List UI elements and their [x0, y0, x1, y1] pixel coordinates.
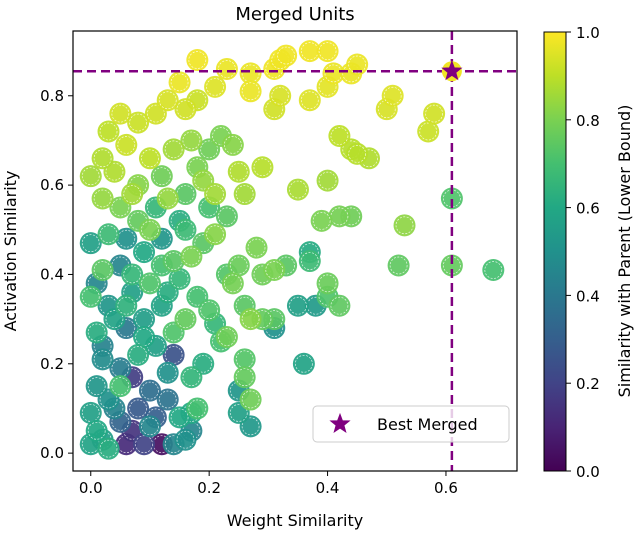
data-point [133, 241, 156, 264]
data-point [239, 80, 262, 103]
data-point [138, 218, 161, 241]
data-point [239, 388, 262, 411]
data-point [215, 57, 238, 80]
data-point [85, 321, 108, 344]
data-point [109, 102, 132, 125]
data-point [221, 272, 244, 295]
data-point [245, 236, 268, 259]
data-point [174, 428, 197, 451]
data-point [387, 254, 410, 277]
colorbar-gradient [543, 31, 567, 472]
data-point [162, 138, 185, 161]
data-point [316, 272, 339, 295]
data-point [121, 183, 144, 206]
data-point [79, 285, 102, 308]
data-point [286, 178, 309, 201]
data-point [328, 294, 351, 317]
data-point [204, 223, 227, 246]
data-point [204, 183, 227, 206]
colorbar-tick-label: 0.8 [576, 112, 600, 130]
data-point [97, 223, 120, 246]
data-point [91, 258, 114, 281]
y-tick-label: 0.2 [40, 355, 64, 373]
data-point [91, 147, 114, 170]
data-point [198, 299, 221, 322]
x-tick-label: 0.4 [316, 479, 340, 497]
colorbar-ticks: 0.0 0.2 0.4 0.6 0.8 1.0 [566, 24, 600, 481]
data-point [233, 366, 256, 389]
data-points [79, 40, 505, 460]
data-point [286, 294, 309, 317]
colorbar-tick-label: 0.2 [576, 375, 600, 393]
data-point [482, 258, 505, 281]
data-point [298, 250, 321, 273]
y-axis: 0.0 0.2 0.4 0.6 0.8 [40, 87, 73, 462]
data-point [138, 147, 161, 170]
data-point [251, 156, 274, 179]
data-point [346, 142, 369, 165]
best-point-layer [441, 60, 463, 82]
data-point [310, 209, 333, 232]
legend-label-best-merged: Best Merged [377, 415, 478, 434]
data-point [97, 437, 120, 460]
data-point [186, 49, 209, 72]
y-tick-label: 0.0 [40, 444, 64, 462]
data-point [180, 245, 203, 268]
data-point [393, 214, 416, 237]
data-point [174, 308, 197, 331]
data-point [180, 366, 203, 389]
data-point [186, 397, 209, 420]
data-point [269, 84, 292, 107]
x-tick-label: 0.0 [79, 479, 103, 497]
data-point [292, 352, 315, 375]
data-point [156, 361, 179, 384]
data-point [221, 133, 244, 156]
data-point [328, 124, 351, 147]
data-point [156, 187, 179, 210]
colorbar-tick-label: 0.4 [576, 287, 600, 305]
y-tick-label: 0.6 [40, 176, 64, 194]
data-point [316, 169, 339, 192]
data-point [91, 348, 114, 371]
data-point [423, 102, 446, 125]
data-point [275, 44, 298, 67]
data-point [115, 294, 138, 317]
x-axis: 0.0 0.2 0.4 0.6 [79, 471, 458, 497]
data-point [168, 71, 191, 94]
data-point [127, 343, 150, 366]
data-point [109, 375, 132, 398]
data-point [233, 183, 256, 206]
data-point [263, 258, 286, 281]
data-point [85, 375, 108, 398]
data-point [138, 272, 161, 295]
data-point [298, 89, 321, 112]
scatter-chart: Merged Units 0.0 0.2 0.4 0.6 0.00.20.40.60.… [1, 4, 634, 530]
data-point [91, 187, 114, 210]
data-point [239, 308, 262, 331]
colorbar-label: Similarity with Parent (Lower Bound) [615, 105, 634, 398]
x-axis-label: Weight Similarity [227, 511, 363, 530]
colorbar-tick-label: 1.0 [576, 24, 600, 42]
colorbar-tick-label: 0.0 [576, 463, 600, 481]
data-point [381, 84, 404, 107]
y-tick-label: 0.4 [40, 265, 64, 283]
data-point [215, 325, 238, 348]
data-point [316, 40, 339, 63]
data-point [138, 415, 161, 438]
data-point [115, 133, 138, 156]
y-tick-label: 0.8 [40, 87, 64, 105]
y-axis-label: Activation Similarity [1, 171, 20, 332]
colorbar-tick-label: 0.6 [576, 200, 600, 218]
colorbar: 0.0 0.2 0.4 0.6 0.8 1.0 Similarity with Paren… [543, 24, 634, 481]
chart-title: Merged Units [235, 4, 354, 25]
data-point [227, 160, 250, 183]
legend: Best Merged [312, 405, 510, 443]
x-tick-label: 0.6 [434, 479, 458, 497]
data-point [174, 218, 197, 241]
x-tick-label: 0.2 [197, 479, 221, 497]
